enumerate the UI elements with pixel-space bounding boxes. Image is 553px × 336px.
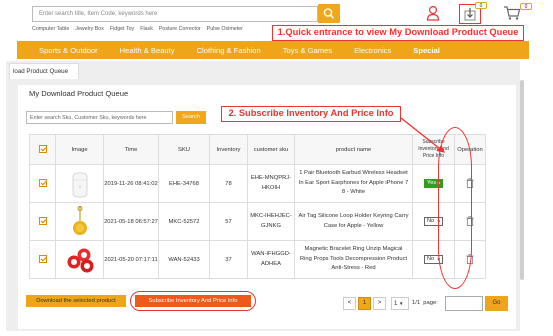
pagination-page-input[interactable] [445, 296, 483, 311]
category-electronics[interactable]: Electronics [332, 46, 391, 55]
page-label: page: [423, 300, 438, 306]
download-selected-button[interactable]: Download the selected product [26, 295, 126, 307]
customer-sku-cell: EHE-MNQPRJ-HKOIH [247, 164, 295, 203]
user-icon[interactable] [426, 5, 440, 21]
table-row: 2021-05-20 07:17:11 WAN-52433 37 WAN-IFH… [29, 240, 486, 279]
table-row: 2019-11-26 08:41:02 EHE-34768 78 EHE-MNQ… [29, 164, 486, 203]
col-inventory: Inventory [209, 134, 248, 165]
queue-search-input[interactable]: Enter search Sku, Customer Sku, keywords… [26, 111, 173, 124]
select-all-cell [29, 134, 56, 165]
page-select-value: 1 [394, 301, 398, 307]
product-queue-table: Image Time SKU Inventory customer sku pr… [29, 134, 486, 279]
hot-tags: Computer Table Jewelry Box Fidget Toy Fl… [32, 26, 243, 32]
sku-cell: WAN-52433 [158, 240, 210, 279]
sku-cell: MKC-52572 [158, 202, 210, 241]
col-time: Time [103, 134, 159, 165]
time-cell: 2019-11-26 08:41:02 [103, 164, 159, 203]
download-count-badge: 0 [475, 2, 487, 9]
category-nav: Sports & Outdoor Health & Beauty Clothin… [17, 41, 529, 59]
keyring-image [72, 205, 87, 235]
time-cell: 2021-05-20 07:17:11 [103, 240, 159, 279]
airpods-case-image [72, 172, 87, 197]
pagination-prev[interactable]: < [343, 297, 356, 310]
search-icon [323, 8, 335, 19]
row-checkbox[interactable] [38, 254, 47, 263]
category-sports-outdoor[interactable]: Sports & Outdoor [17, 46, 98, 55]
subscribe-inventory-button[interactable]: Subscribe Inventory And Price Info [135, 295, 251, 307]
download-queue-icon[interactable] [463, 7, 477, 21]
inventory-cell: 57 [209, 202, 248, 241]
callout-download-entrance: 1.Quick entrance to view My Download Pro… [272, 25, 524, 41]
hot-tag[interactable]: Fidget Toy [110, 26, 134, 32]
hot-tag[interactable]: Flask [140, 26, 153, 32]
category-health-beauty[interactable]: Health & Beauty [98, 46, 175, 55]
row-select-cell [29, 164, 56, 203]
inventory-cell: 37 [209, 240, 248, 279]
scrollbar[interactable] [520, 80, 524, 280]
table-row: 2021-05-18 06:57:27 MKC-52572 57 MKC-IHE… [29, 202, 486, 241]
col-sku: SKU [158, 134, 210, 165]
table-header-row: Image Time SKU Inventory customer sku pr… [29, 134, 486, 165]
customer-sku-cell: WAN-IFHGGD-ADHEA [247, 240, 295, 279]
product-name-cell: 1 Pair Bluetooth Earbud Wireless Headset… [294, 164, 413, 203]
magnetic-ring-image [67, 248, 93, 272]
header-search-button[interactable] [318, 4, 340, 23]
product-image-cell [55, 240, 104, 279]
chevron-down-icon: ▼ [399, 301, 404, 306]
pagination-go-button[interactable]: Go [485, 296, 508, 311]
customer-sku-cell: MKC-IHEHJEC-GJNKG [247, 202, 295, 241]
subscribe-value: No [427, 256, 435, 262]
header-search-input[interactable]: Enter search title, Item Code, keywords … [32, 6, 318, 22]
pagination-total: 1/1 page: [412, 300, 438, 306]
page-total-value: 1/1 [412, 300, 421, 306]
cart-count-badge: 0 [520, 3, 532, 10]
col-product-name: product name [294, 134, 413, 165]
pagination-next[interactable]: > [373, 297, 386, 310]
category-toys-games[interactable]: Toys & Games [261, 46, 332, 55]
hot-tag[interactable]: Pulse Oximeter [207, 26, 243, 32]
time-cell: 2021-05-18 06:57:27 [103, 202, 159, 241]
select-all-checkbox[interactable] [38, 144, 47, 153]
col-customer-sku: customer sku [247, 134, 295, 165]
pagination-page-select[interactable]: 1 ▼ [391, 297, 409, 310]
category-clothing-fashion[interactable]: Clothing & Fashion [175, 46, 261, 55]
row-checkbox[interactable] [38, 216, 47, 225]
row-select-cell [29, 240, 56, 279]
product-image-cell [55, 202, 104, 241]
product-name-cell: Magnetic Bracelet Ring Unzip Magical Rin… [294, 240, 413, 279]
subscribe-column-highlight [438, 127, 472, 289]
hot-tag[interactable]: Posture Corrector [159, 26, 201, 32]
col-image: Image [55, 134, 104, 165]
cart-icon[interactable] [503, 5, 521, 21]
sku-cell: EHE-34768 [158, 164, 210, 203]
tab-download-product-queue[interactable]: load Product Queue [9, 63, 79, 79]
inventory-cell: 78 [209, 164, 248, 203]
page-title: My Download Product Queue [29, 89, 129, 98]
product-image-cell [55, 164, 104, 203]
row-checkbox[interactable] [38, 178, 47, 187]
subscribe-value: No [427, 218, 435, 224]
subscribe-value: Yes [427, 180, 437, 186]
row-select-cell [29, 202, 56, 241]
hot-tag[interactable]: Computer Table [32, 26, 69, 32]
callout-subscribe: 2. Subscribe Inventory And Price Info [221, 106, 401, 122]
hot-tag[interactable]: Jewelry Box [75, 26, 104, 32]
queue-search-button[interactable]: Search [176, 111, 206, 124]
product-name-cell: Air Tag Silicone Loop Holder Keyring Car… [294, 202, 413, 241]
category-special[interactable]: Special [391, 46, 440, 55]
pagination-current-page[interactable]: 1 [358, 297, 371, 310]
